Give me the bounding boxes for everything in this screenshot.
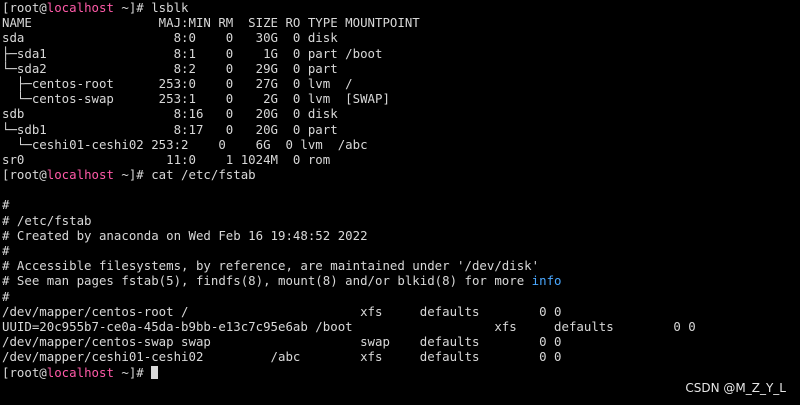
- hostname-text: localhost: [46, 364, 114, 380]
- terminal-text: # See man pages fstab(5), findfs(8), mou…: [2, 273, 532, 289]
- terminal-text: └─ceshi01-ceshi02 253:2 0 6G 0 lvm /abc: [2, 136, 368, 152]
- terminal-line: #: [2, 243, 798, 258]
- terminal-line: ├─centos-root 253:0 0 27G 0 lvm /: [2, 76, 798, 91]
- terminal-line: sda 8:0 0 30G 0 disk: [2, 30, 798, 45]
- terminal-line: sdb 8:16 0 20G 0 disk: [2, 106, 798, 121]
- terminal-text: [root@: [2, 364, 47, 380]
- terminal-text: └─sdb1 8:17 0 20G 0 part: [2, 121, 338, 137]
- terminal-text: ~]#: [113, 364, 152, 380]
- terminal-line: # Created by anaconda on Wed Feb 16 19:4…: [2, 228, 798, 243]
- hostname-text: localhost: [46, 0, 114, 15]
- terminal-text: ├─centos-root 253:0 0 27G 0 lvm /: [2, 75, 353, 91]
- highlighted-word: info: [531, 273, 562, 289]
- terminal-line: /dev/mapper/centos-swap swap swap defaul…: [2, 334, 798, 349]
- terminal-line: /dev/mapper/ceshi01-ceshi02 /abc xfs def…: [2, 349, 798, 364]
- terminal-text: /dev/mapper/centos-swap swap swap defaul…: [2, 334, 562, 350]
- terminal-line: # Accessible filesystems, by reference, …: [2, 258, 798, 273]
- terminal-line: # /etc/fstab: [2, 213, 798, 228]
- terminal-line: [root@localhost ~]# cat /etc/fstab: [2, 167, 798, 182]
- terminal-line: #: [2, 289, 798, 304]
- terminal-text: #: [2, 197, 10, 213]
- terminal-line: /dev/mapper/centos-root / xfs defaults 0…: [2, 304, 798, 319]
- terminal-line: └─centos-swap 253:1 0 2G 0 lvm [SWAP]: [2, 91, 798, 106]
- terminal-line: #: [2, 197, 798, 212]
- terminal-text: sda 8:0 0 30G 0 disk: [2, 30, 338, 46]
- terminal-output[interactable]: [root@localhost ~]# lsblk NAME MAJ:MIN RM…: [2, 0, 798, 405]
- terminal-text: ~]# lsblk: [113, 0, 189, 15]
- terminal-text: #: [2, 288, 10, 304]
- terminal-line: └─sda2 8:2 0 29G 0 part: [2, 61, 798, 76]
- terminal-text: #: [2, 243, 10, 258]
- terminal-text: └─sda2 8:2 0 29G 0 part: [2, 60, 338, 76]
- terminal-text: NAME MAJ:MIN RM SIZE RO TYPE MOUNTPOINT: [2, 15, 420, 31]
- terminal-text: ~]# cat /etc/fstab: [113, 167, 256, 183]
- terminal-line: sr0 11:0 1 1024M 0 rom: [2, 152, 798, 167]
- terminal-text: [root@: [2, 0, 47, 15]
- cursor: [151, 365, 159, 379]
- terminal-text: [root@: [2, 167, 47, 183]
- csdn-watermark: CSDN @M_Z_Y_L: [685, 381, 786, 395]
- terminal-text: /dev/mapper/centos-root / xfs defaults 0…: [2, 303, 562, 319]
- terminal-text: ├─sda1 8:1 0 1G 0 part /boot: [2, 45, 383, 61]
- terminal-text: └─centos-swap 253:1 0 2G 0 lvm [SWAP]: [2, 91, 390, 107]
- terminal-line: [root@localhost ~]# lsblk: [2, 0, 798, 15]
- terminal-text: sdb 8:16 0 20G 0 disk: [2, 106, 338, 122]
- terminal-text: # /etc/fstab: [2, 212, 92, 228]
- terminal-text: UUID=20c955b7-ce0a-45da-b9bb-e13c7c95e6a…: [2, 318, 696, 334]
- terminal-text: sr0 11:0 1 1024M 0 rom: [2, 151, 331, 167]
- terminal-line: # See man pages fstab(5), findfs(8), mou…: [2, 273, 798, 288]
- hostname-text: localhost: [46, 167, 114, 183]
- terminal-line: └─sdb1 8:17 0 20G 0 part: [2, 122, 798, 137]
- terminal-line: └─ceshi01-ceshi02 253:2 0 6G 0 lvm /abc: [2, 137, 798, 152]
- terminal-text: # Accessible filesystems, by reference, …: [2, 258, 540, 274]
- terminal-line: ├─sda1 8:1 0 1G 0 part /boot: [2, 46, 798, 61]
- terminal-line: NAME MAJ:MIN RM SIZE RO TYPE MOUNTPOINT: [2, 15, 798, 30]
- terminal-text: /dev/mapper/ceshi01-ceshi02 /abc xfs def…: [2, 349, 562, 365]
- terminal-text: # Created by anaconda on Wed Feb 16 19:4…: [2, 227, 368, 243]
- terminal-line: UUID=20c955b7-ce0a-45da-b9bb-e13c7c95e6a…: [2, 319, 798, 334]
- terminal-line: [root@localhost ~]#: [2, 365, 798, 380]
